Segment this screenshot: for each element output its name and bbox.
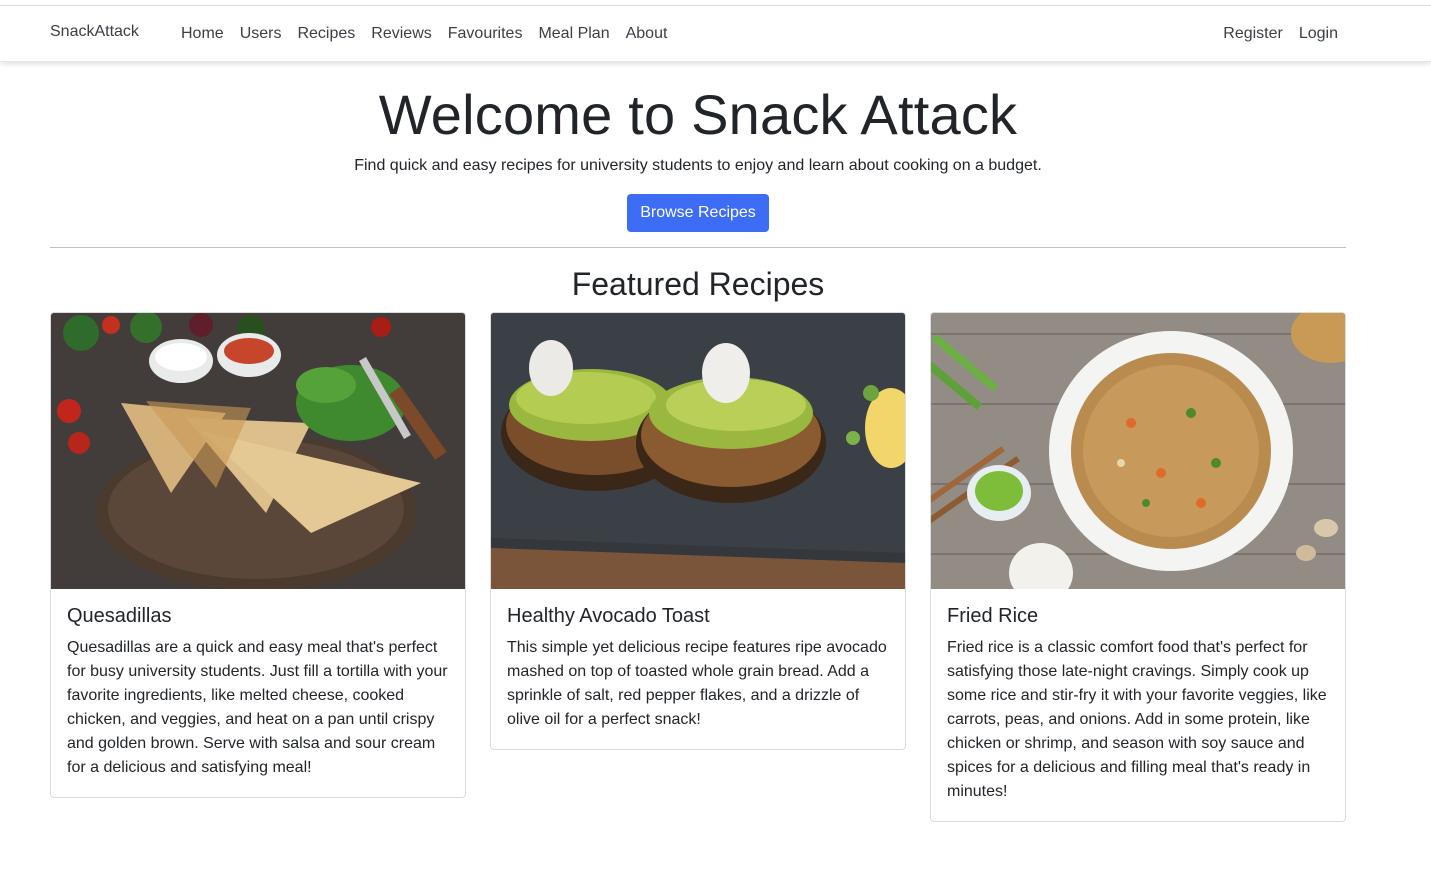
browse-recipes-button[interactable]: Browse Recipes (627, 194, 769, 232)
recipe-card-quesadillas[interactable]: Quesadillas Quesadillas are a quick and … (50, 312, 466, 798)
avocado-toast-image (491, 313, 905, 589)
nav-recipes[interactable]: Recipes (297, 25, 355, 43)
hero-title: Welcome to Snack Attack (378, 83, 1018, 146)
recipe-card-fried-rice[interactable]: Fried Rice Fried rice is a classic comfo… (930, 312, 1346, 822)
card-body: Healthy Avocado Toast This simple yet de… (491, 589, 905, 749)
nav-register[interactable]: Register (1223, 25, 1283, 43)
nav-users[interactable]: Users (240, 25, 282, 43)
card-body: Fried Rice Fried rice is a classic comfo… (931, 589, 1345, 821)
recipe-card-avocado-toast[interactable]: Healthy Avocado Toast This simple yet de… (490, 312, 906, 750)
fried-rice-image (931, 313, 1345, 589)
nav-reviews[interactable]: Reviews (371, 25, 431, 43)
nav-meal-plan[interactable]: Meal Plan (538, 25, 609, 43)
hero-button-wrap: Browse Recipes (0, 194, 1396, 232)
card-text: Quesadillas are a quick and easy meal th… (67, 639, 448, 776)
nav-login[interactable]: Login (1299, 25, 1338, 43)
card-text: This simple yet delicious recipe feature… (507, 639, 887, 728)
nav-about[interactable]: About (626, 25, 668, 43)
card-title[interactable]: Fried Rice (947, 605, 1329, 628)
auth-nav: Register Login (1223, 25, 1338, 43)
card-body: Quesadillas Quesadillas are a quick and … (51, 589, 465, 797)
section-divider (50, 247, 1346, 248)
brand-logo-link[interactable]: SnackAttack (50, 23, 139, 41)
navbar: SnackAttack Home Users Recipes Reviews F… (0, 6, 1431, 62)
card-text: Fried rice is a classic comfort food tha… (947, 639, 1327, 800)
card-title[interactable]: Quesadillas (67, 605, 449, 628)
main-nav: Home Users Recipes Reviews Favourites Me… (181, 25, 667, 43)
quesadillas-image (51, 313, 465, 589)
featured-recipes-heading: Featured Recipes (571, 266, 825, 302)
card-title[interactable]: Healthy Avocado Toast (507, 605, 889, 628)
hero-subtitle: Find quick and easy recipes for universi… (354, 157, 1042, 174)
nav-home[interactable]: Home (181, 25, 224, 43)
nav-favourites[interactable]: Favourites (448, 25, 523, 43)
